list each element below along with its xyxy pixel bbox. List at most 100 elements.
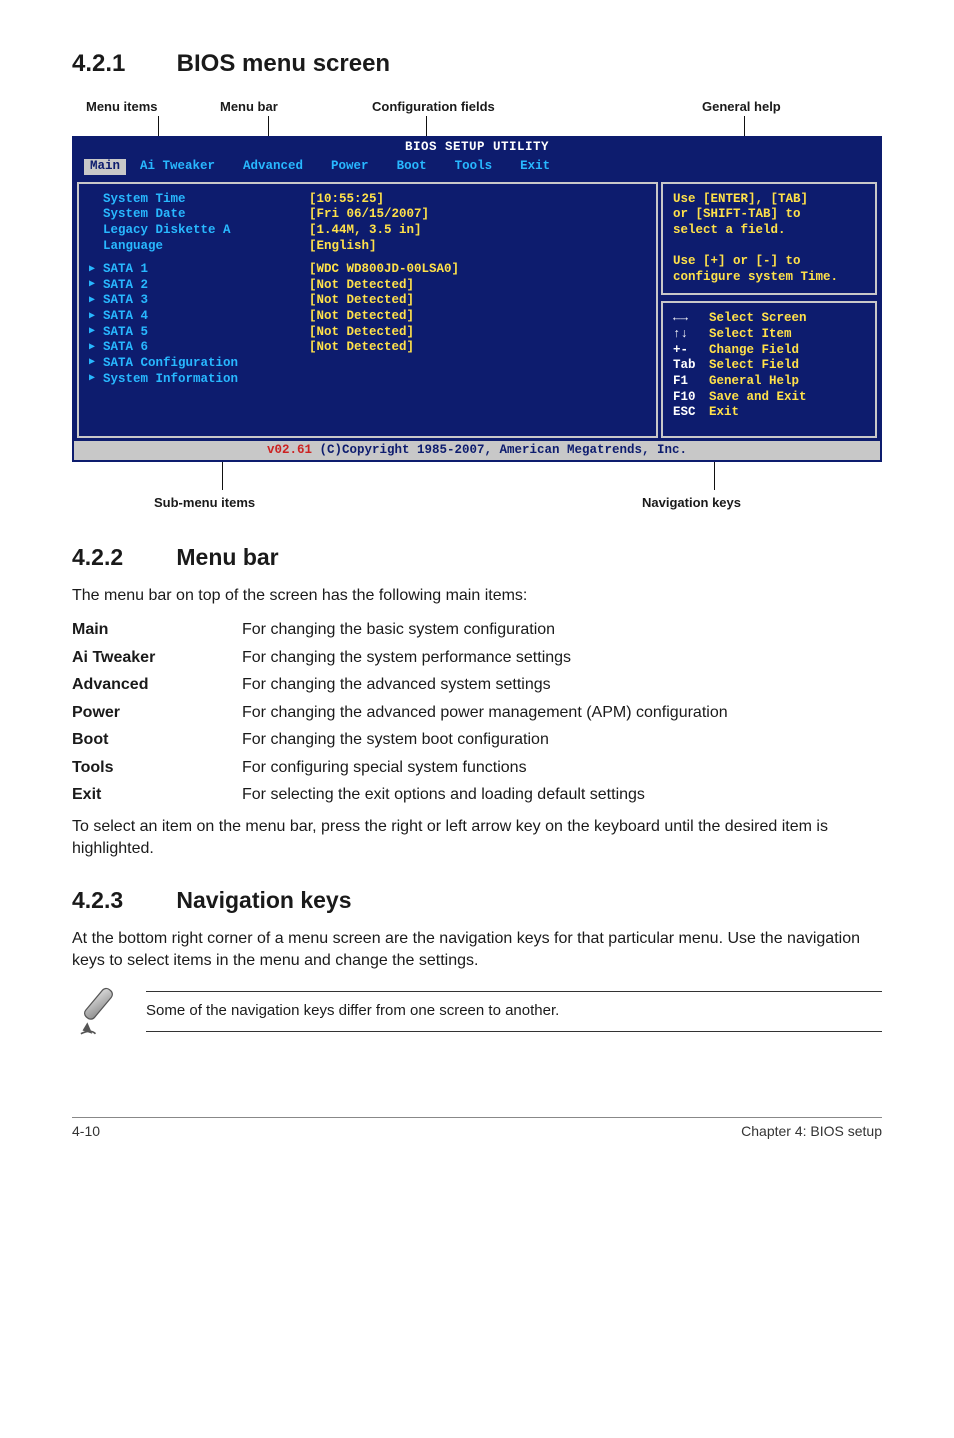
submenu-triangle-icon [89, 373, 97, 386]
bios-body: System Time [10:55:25]System Date[Fri 06/… [74, 179, 880, 441]
bios-menu-tab-boot[interactable]: Boot [383, 159, 441, 175]
bios-field-row[interactable]: SATA 5 [Not Detected] [89, 325, 646, 341]
caption-general-help: General help [702, 98, 781, 116]
bios-field-row[interactable]: SATA 3[Not Detected] [89, 293, 646, 309]
heading-4-2-1: 4.2.1 BIOS menu screen [72, 48, 882, 80]
bios-navkey-label: Select Field [709, 358, 799, 372]
definition-desc: For selecting the exit options and loadi… [242, 784, 882, 806]
bios-field-label: System Information [103, 372, 238, 388]
bios-help-line: or [SHIFT-TAB] to [673, 207, 865, 223]
bios-caption-labels-top: Menu items Menu bar Configuration fields… [72, 98, 882, 136]
definition-term: Tools [72, 757, 242, 779]
bios-menu-tab-tools[interactable]: Tools [441, 159, 507, 175]
bios-field-row[interactable]: SATA 2[Not Detected] [89, 278, 646, 294]
heading-4-2-2: 4.2.2 Menu bar [72, 542, 882, 573]
bios-field-label: Language [103, 239, 163, 255]
definition-term: Main [72, 619, 242, 641]
bios-field-value: [10:55:25] [309, 192, 384, 206]
bios-navkey-label: Select Screen [709, 311, 807, 325]
definition-term: Boot [72, 729, 242, 751]
bios-main-panel: System Time [10:55:25]System Date[Fri 06/… [77, 182, 658, 438]
definition-desc: For changing the system performance sett… [242, 647, 882, 669]
definition-desc: For configuring special system functions [242, 757, 882, 779]
definition-term: Exit [72, 784, 242, 806]
bios-help-line: Use [+] or [-] to [673, 254, 865, 270]
definition-term: Ai Tweaker [72, 647, 242, 669]
submenu-triangle-icon [89, 357, 97, 370]
bios-navkey-key: ↑↓ [673, 327, 709, 343]
bios-footer-copyright: (C)Copyright 1985-2007, American Megatre… [312, 443, 687, 457]
bios-help-top: Use [ENTER], [TAB]or [SHIFT-TAB] toselec… [661, 182, 877, 296]
caption-menu-bar: Menu bar [220, 98, 278, 116]
bios-field-label: SATA 2 [103, 278, 148, 294]
bios-field-label: SATA 5 [103, 325, 148, 341]
bios-navkey-key: ESC [673, 405, 709, 421]
bios-navkey-key: ←→ [673, 311, 709, 327]
bios-navkey-label: Select Item [709, 327, 792, 341]
bios-field-row[interactable]: SATA Configuration [89, 356, 646, 372]
bios-field-label: SATA 3 [103, 293, 148, 309]
bios-navkey-label: General Help [709, 374, 799, 388]
bios-menu-tab-power[interactable]: Power [317, 159, 383, 175]
pencil-note-icon [76, 985, 128, 1037]
heading-title: Navigation keys [176, 887, 351, 913]
definition-row: BootFor changing the system boot configu… [72, 729, 882, 751]
definition-desc: For changing the system boot configurati… [242, 729, 882, 751]
bios-help-line [673, 239, 865, 255]
paragraph: The menu bar on top of the screen has th… [72, 585, 882, 607]
definition-term: Power [72, 702, 242, 724]
bios-navkey-key: Tab [673, 358, 709, 374]
bios-field-row[interactable]: System Date[Fri 06/15/2007] [89, 207, 646, 223]
bios-help-line: configure system Time. [673, 270, 865, 286]
bios-navkey-label: Exit [709, 405, 739, 419]
bios-field-label: SATA Configuration [103, 356, 238, 372]
bios-field-label: SATA 1 [103, 262, 148, 278]
bios-field-label: SATA 6 [103, 340, 148, 356]
bios-field-row[interactable]: System Information [89, 372, 646, 388]
bios-help-bottom: ←→Select Screen↑↓Select Item+-Change Fie… [661, 301, 877, 437]
bios-help-panel: Use [ENTER], [TAB]or [SHIFT-TAB] toselec… [661, 182, 877, 438]
definition-desc: For changing the basic system configurat… [242, 619, 882, 641]
bios-menu-tab-ai-tweaker[interactable]: Ai Tweaker [126, 159, 229, 175]
submenu-triangle-icon [89, 342, 97, 355]
bios-caption-labels-bottom: Sub-menu items Navigation keys [72, 462, 882, 516]
caption-menu-items: Menu items [86, 98, 158, 116]
bios-field-row[interactable]: SATA 1[WDC WD800JD-00LSA0] [89, 262, 646, 278]
caption-config-fields: Configuration fields [372, 98, 495, 116]
submenu-triangle-icon [89, 295, 97, 308]
bios-footer-version: v02.61 [267, 443, 312, 459]
bios-navkey-row: TabSelect Field [673, 358, 865, 374]
definition-row: MainFor changing the basic system config… [72, 619, 882, 641]
bios-navkey-row: F1General Help [673, 374, 865, 390]
bios-field-row[interactable]: SATA 6[Not Detected] [89, 340, 646, 356]
bios-field-value: [Not Detected] [309, 325, 414, 339]
bios-field-row[interactable]: Language[English] [89, 239, 646, 255]
page-footer: 4-10 Chapter 4: BIOS setup [72, 1117, 882, 1141]
bios-navkey-key: F1 [673, 374, 709, 390]
bios-field-row[interactable]: SATA 4[Not Detected] [89, 309, 646, 325]
bios-title-bar: BIOS SETUP UTILITY [74, 138, 880, 157]
submenu-triangle-icon [89, 326, 97, 339]
bios-menu-bar: MainAi TweakerAdvancedPowerBootToolsExit [74, 157, 880, 179]
bios-field-label: SATA 4 [103, 309, 148, 325]
bios-navkey-row: ↑↓Select Item [673, 327, 865, 343]
bios-field-label: System Time [103, 192, 186, 208]
bios-field-value: [1.44M, 3.5 in] [309, 223, 422, 237]
paragraph: To select an item on the menu bar, press… [72, 816, 882, 859]
submenu-triangle-icon [89, 279, 97, 292]
bios-window: BIOS SETUP UTILITY MainAi TweakerAdvance… [72, 136, 882, 462]
bios-field-row[interactable]: Legacy Diskette A[1.44M, 3.5 in] [89, 223, 646, 239]
definition-row: ToolsFor configuring special system func… [72, 757, 882, 779]
bios-menu-tab-main[interactable]: Main [84, 159, 126, 175]
definition-list: MainFor changing the basic system config… [72, 619, 882, 806]
page-footer-left: 4-10 [72, 1122, 100, 1141]
bios-navkey-label: Save and Exit [709, 390, 807, 404]
page-footer-right: Chapter 4: BIOS setup [741, 1122, 882, 1141]
caption-sub-menu: Sub-menu items [154, 494, 255, 512]
bios-menu-tab-exit[interactable]: Exit [506, 159, 564, 175]
heading-title: Menu bar [176, 544, 278, 570]
bios-field-label: System Date [103, 207, 186, 223]
bios-menu-tab-advanced[interactable]: Advanced [229, 159, 317, 175]
bios-navkey-key: +- [673, 343, 709, 359]
bios-field-row[interactable]: System Time [10:55:25] [89, 192, 646, 208]
